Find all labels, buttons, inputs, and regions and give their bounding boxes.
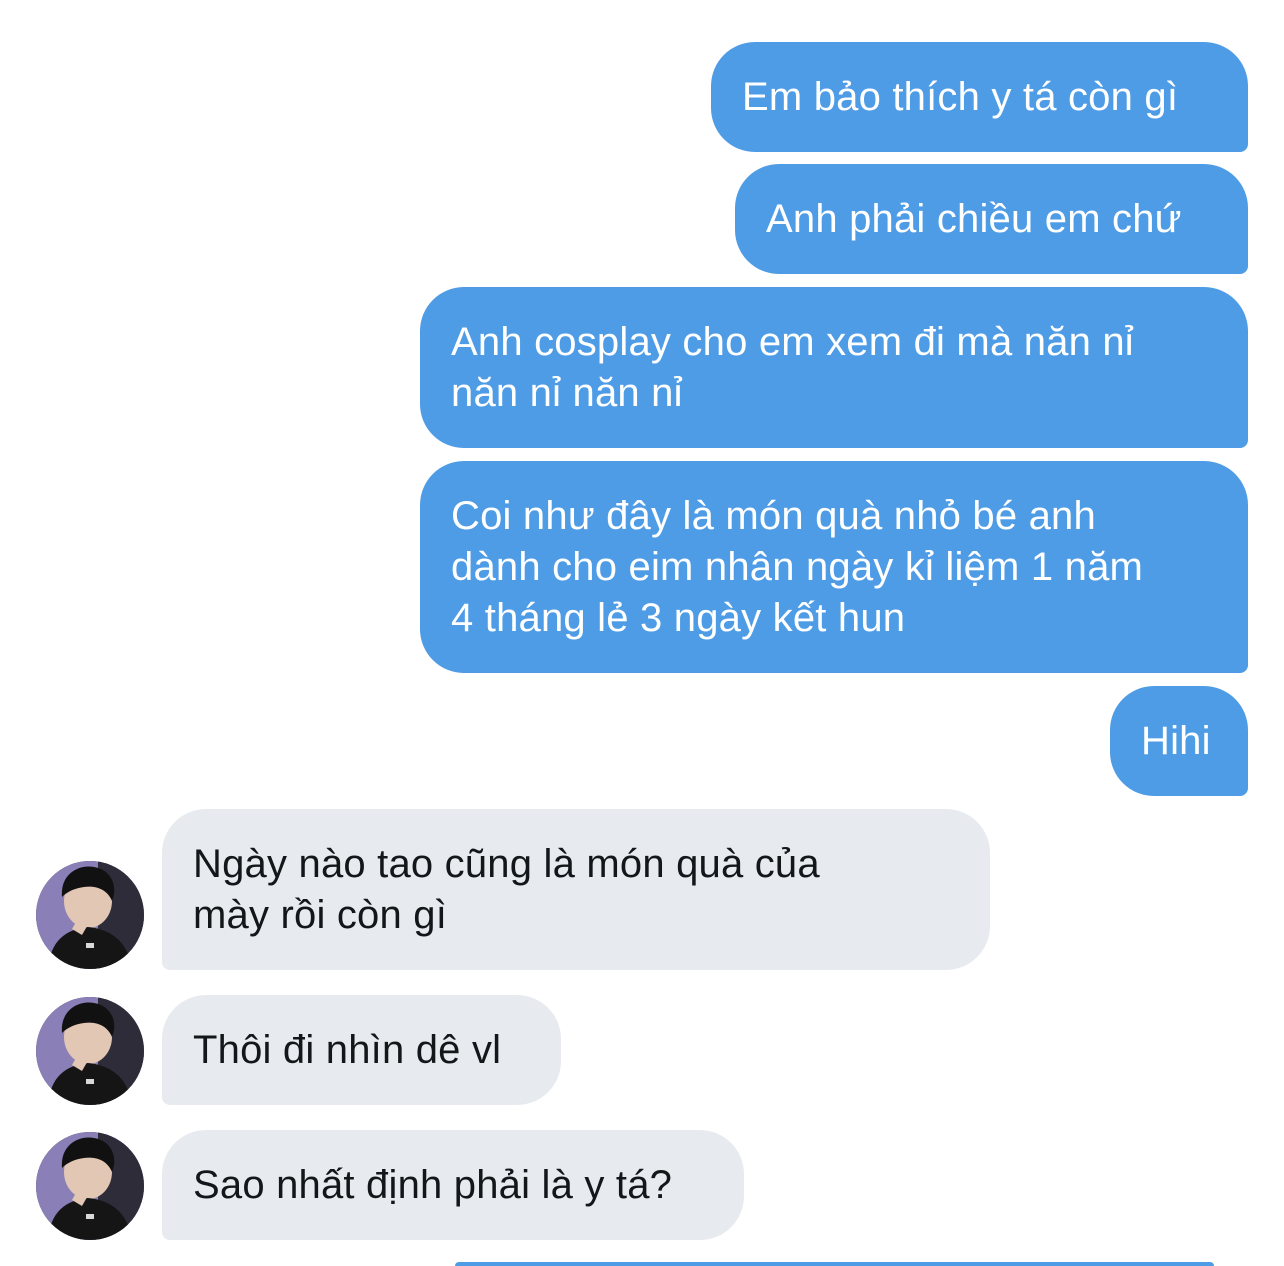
incoming-message-bubble[interactable]: Sao nhất định phải là y tá?	[162, 1130, 744, 1240]
partial-outgoing-message-bubble[interactable]	[455, 1262, 1214, 1266]
avatar-photo-icon	[36, 861, 144, 969]
contact-avatar[interactable]	[36, 861, 144, 969]
outgoing-message-bubble[interactable]: Hihi	[1110, 686, 1248, 796]
contact-avatar[interactable]	[36, 997, 144, 1105]
avatar-photo-icon	[36, 1132, 144, 1240]
outgoing-message-bubble[interactable]: Anh phải chiều em chứ	[735, 164, 1248, 274]
outgoing-message-bubble[interactable]: Coi như đây là món quà nhỏ bé anh dành c…	[420, 461, 1248, 673]
incoming-message-bubble[interactable]: Ngày nào tao cũng là món quà của mày rồi…	[162, 809, 990, 970]
contact-avatar[interactable]	[36, 1132, 144, 1240]
avatar-photo-icon	[36, 997, 144, 1105]
chat-thread: Em bảo thích y tá còn gì Anh phải chiều …	[0, 0, 1284, 1266]
outgoing-message-bubble[interactable]: Em bảo thích y tá còn gì	[711, 42, 1248, 152]
outgoing-message-bubble[interactable]: Anh cosplay cho em xem đi mà năn nỉ năn …	[420, 287, 1248, 448]
incoming-message-bubble[interactable]: Thôi đi nhìn dê vl	[162, 995, 561, 1105]
